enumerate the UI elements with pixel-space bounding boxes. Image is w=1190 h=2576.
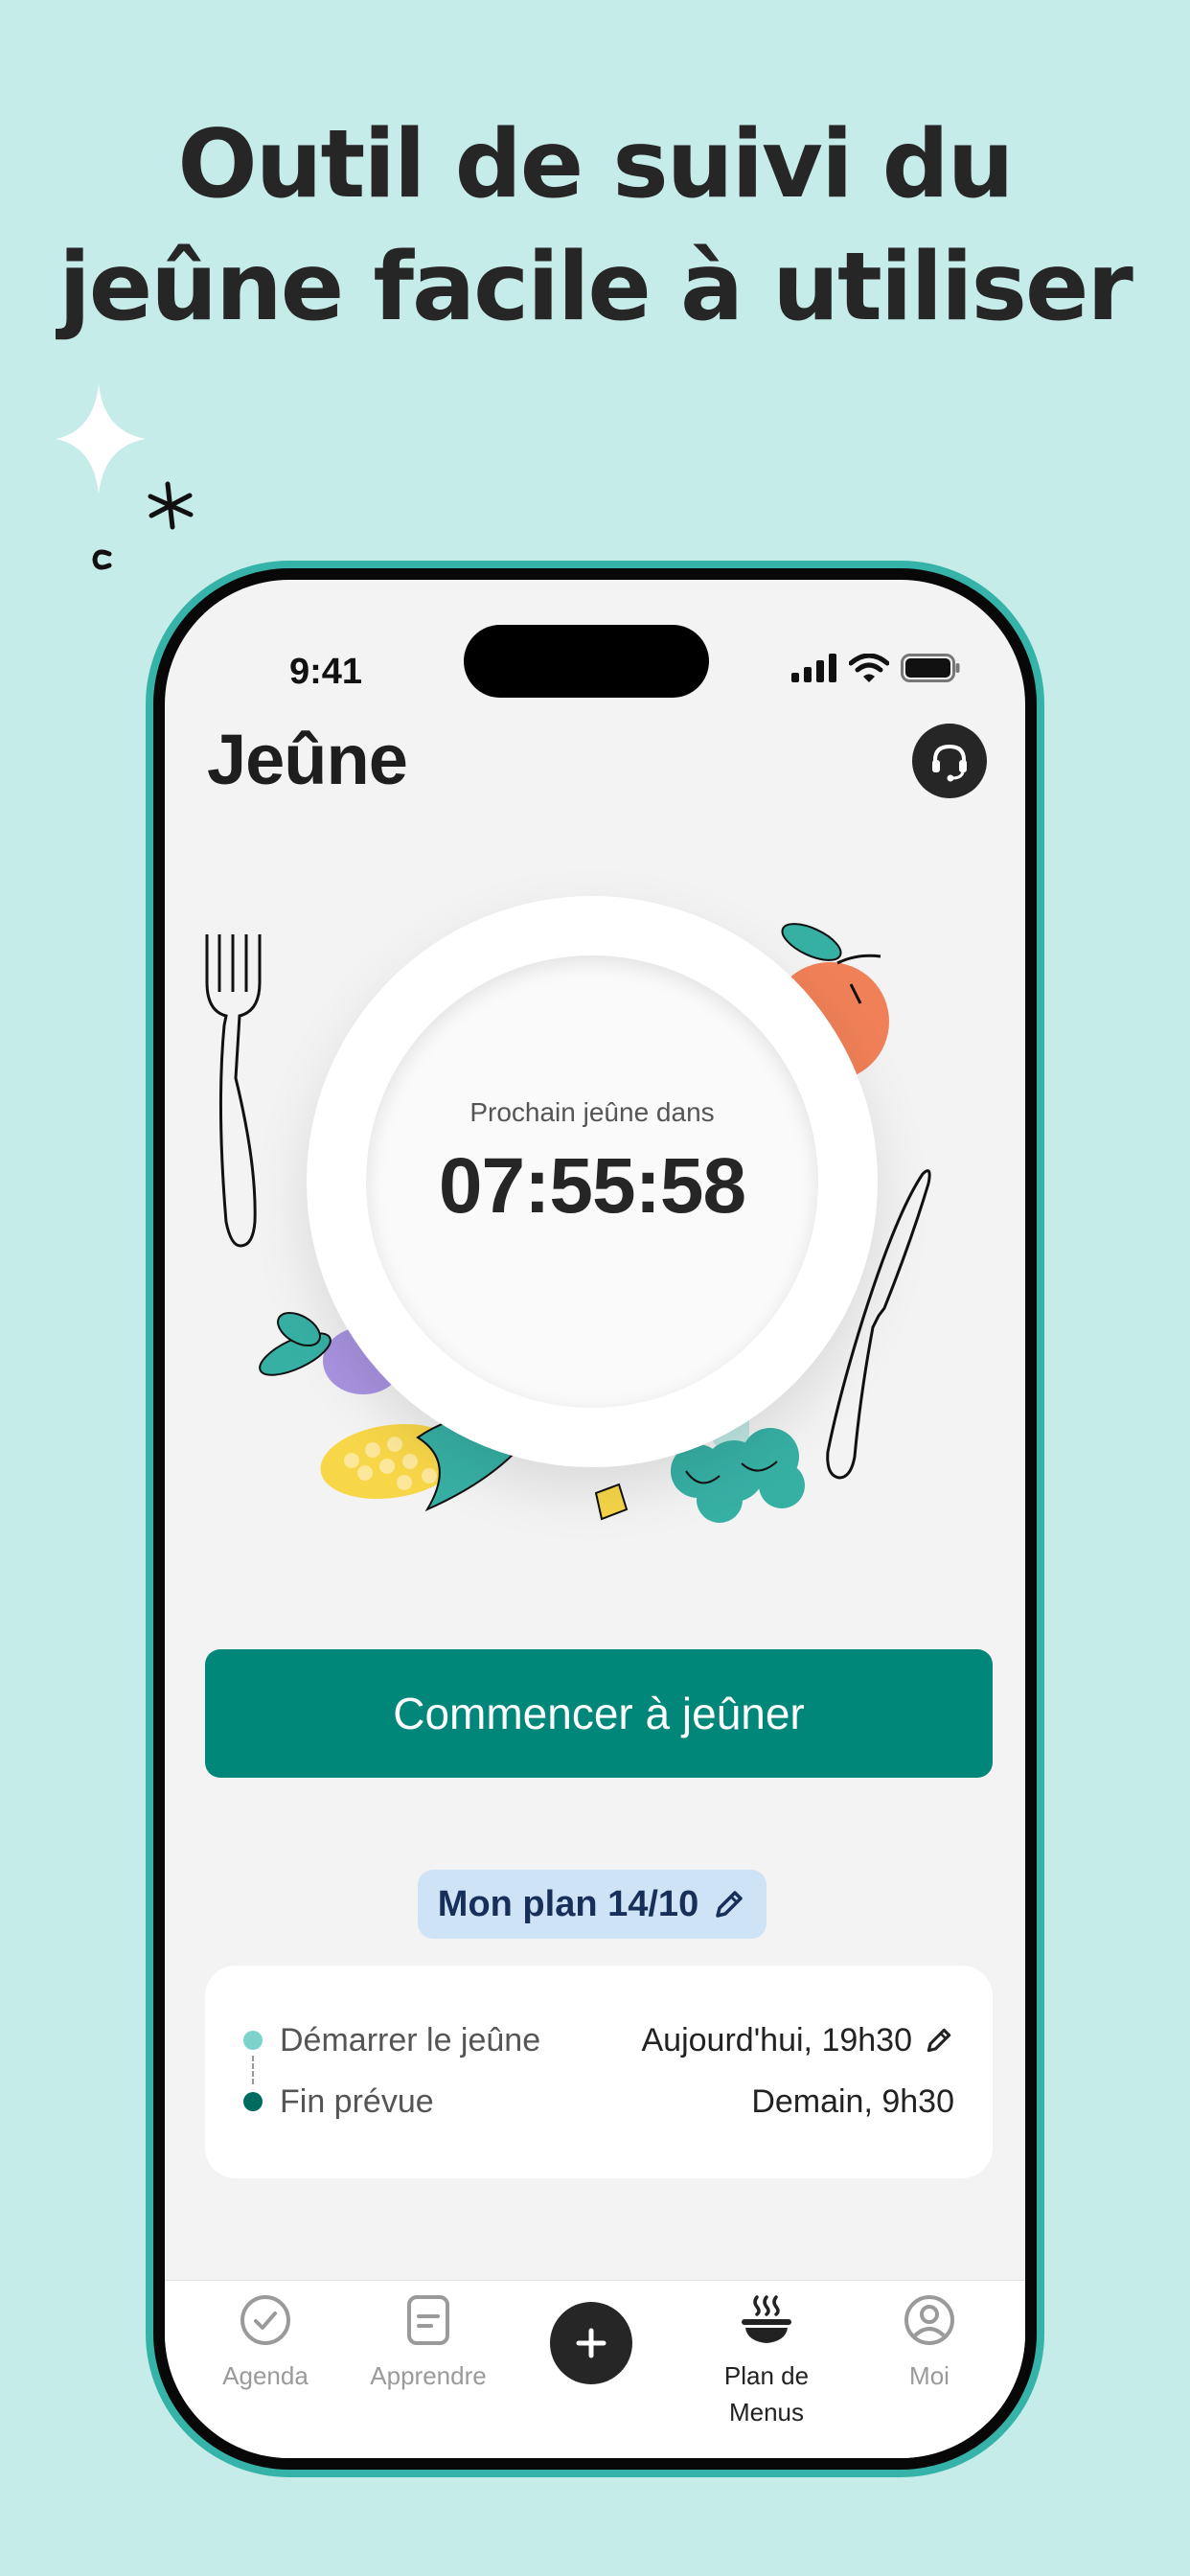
start-time: Aujourd'hui, 19h30	[641, 2021, 913, 2058]
end-time: Demain, 9h30	[751, 2082, 954, 2120]
sparkle-star	[56, 383, 146, 494]
status-icons	[791, 654, 960, 682]
support-button[interactable]	[912, 724, 987, 798]
battery-icon	[901, 654, 960, 682]
schedule-start-row[interactable]: Démarrer le jeûne Aujourd'hui, 19h30	[205, 2012, 993, 2069]
schedule-end-row: Fin prévue Demain, 9h30	[205, 2073, 993, 2130]
schedule-card: Démarrer le jeûne Aujourd'hui, 19h30 Fin…	[205, 1966, 993, 2178]
nav-label-apprendre: Apprendre	[370, 2361, 487, 2390]
next-fast-label: Prochain jeûne dans	[469, 1097, 715, 1127]
status-time: 9:41	[289, 652, 363, 692]
nav-item-agenda[interactable]: Agenda	[184, 2290, 347, 2394]
app-screen: 9:41 Jeûne Prochain jeûne dans 07:55:58 …	[165, 580, 1025, 2458]
plan-label: Mon plan 14/10	[437, 1883, 699, 1924]
document-icon	[407, 2295, 449, 2345]
user-circle-icon	[904, 2295, 954, 2345]
nav-item-apprendre[interactable]: Apprendre	[347, 2290, 510, 2394]
bottom-navigation: Agenda Apprendre Plan de Menus Moi	[165, 2280, 1025, 2458]
asterisk-doodle	[148, 481, 194, 530]
nav-item-moi[interactable]: Moi	[848, 2290, 1011, 2394]
headset-icon	[932, 744, 967, 782]
start-label: Démarrer le jeûne	[280, 2021, 541, 2058]
plate-inner: Prochain jeûne dans 07:55:58	[366, 955, 818, 1408]
start-fasting-button[interactable]: Commencer à jeûner	[205, 1649, 993, 1778]
phone-mockup: 9:41 Jeûne Prochain jeûne dans 07:55:58 …	[146, 561, 1044, 2477]
nav-label-agenda: Agenda	[222, 2361, 309, 2390]
fork-drawing	[205, 934, 262, 1248]
countdown-timer: 07:55:58	[438, 1142, 746, 1230]
start-value[interactable]: Aujourd'hui, 19h30	[642, 2022, 955, 2059]
fasting-plate: Prochain jeûne dans 07:55:58	[307, 896, 878, 1467]
signal-icon	[791, 654, 836, 682]
edit-pencil-icon[interactable]	[924, 2025, 954, 2056]
sparkle-decoration	[56, 383, 194, 570]
nav-label-moi: Moi	[909, 2361, 950, 2390]
status-bar: 9:41	[165, 580, 1025, 698]
nav-item-plan-de-menus[interactable]: Plan de Menus	[685, 2290, 848, 2430]
check-circle-icon	[240, 2295, 290, 2345]
bowl-icon	[742, 2295, 791, 2343]
my-plan-chip[interactable]: Mon plan 14/10	[418, 1870, 767, 1939]
end-dot-icon	[243, 2092, 263, 2111]
nav-label-plan-de-menus: Plan de Menus	[723, 2361, 810, 2426]
phone-frame: 9:41 Jeûne Prochain jeûne dans 07:55:58 …	[153, 568, 1037, 2470]
hook-doodle	[92, 549, 112, 570]
start-dot-icon	[243, 2031, 263, 2050]
pencil-icon	[716, 1891, 743, 1918]
wifi-icon	[849, 654, 889, 682]
add-button[interactable]	[550, 2302, 632, 2384]
end-label: Fin prévue	[280, 2082, 434, 2120]
page-title: Jeûne	[207, 720, 408, 799]
plus-icon	[576, 2328, 606, 2358]
end-value: Demain, 9h30	[751, 2083, 954, 2121]
dynamic-island	[464, 625, 709, 698]
